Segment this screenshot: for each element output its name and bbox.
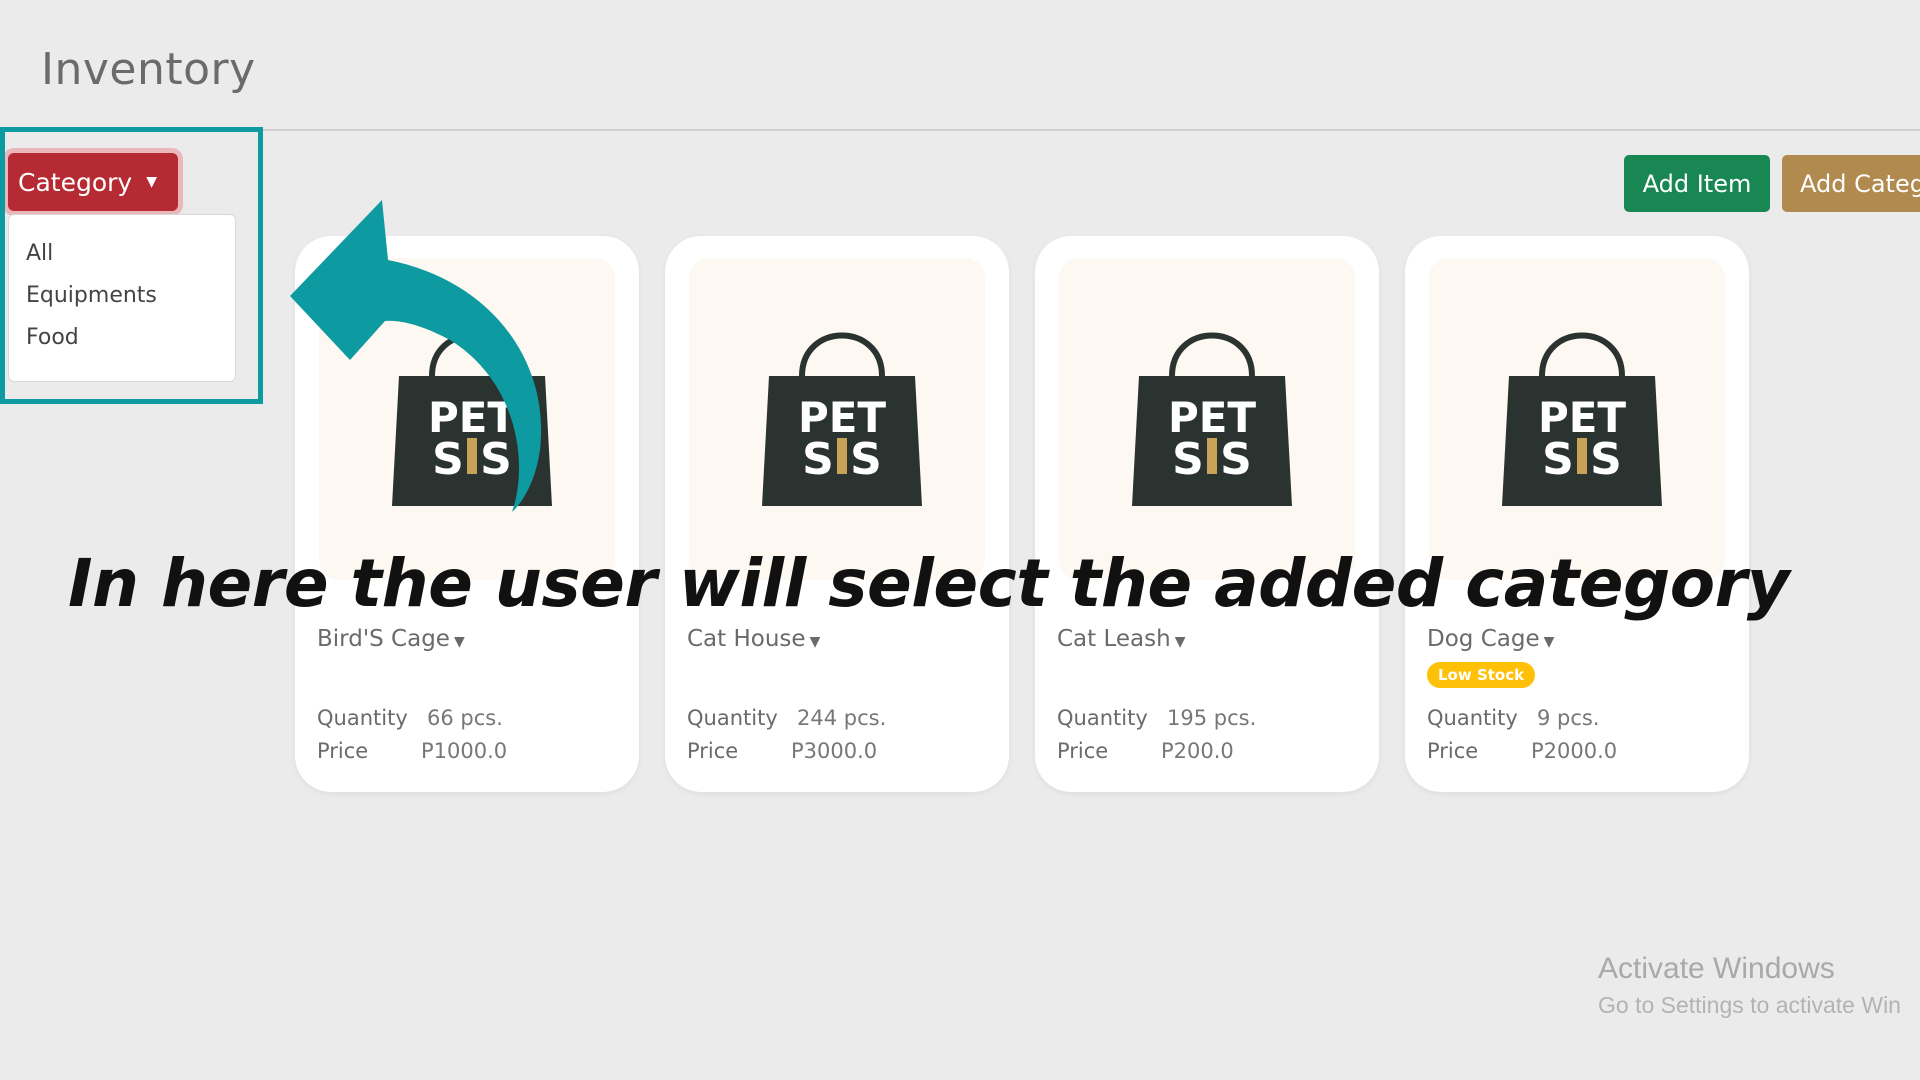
product-image: PET SIS [1059,258,1355,580]
caret-down-icon: ▼ [1543,634,1555,650]
annotation-highlight-box [0,127,263,404]
header-divider [0,129,1920,131]
quantity-row: Quantity 66 pcs. [317,706,503,730]
product-image: PET SIS [689,258,985,580]
add-category-button[interactable]: Add Categ [1782,155,1920,212]
caret-down-icon: ▼ [1174,634,1186,650]
quantity-row: Quantity 9 pcs. [1427,706,1600,730]
quantity-row: Quantity 244 pcs. [687,706,887,730]
price-row: Price P2000.0 [1427,739,1618,763]
petsis-bag-logo-icon: PET SIS [762,332,922,506]
product-card[interactable]: PET SIS Cat Leash▼ Quantity195 pcs. Pric… [1035,236,1379,792]
product-name[interactable]: Dog Cage ▼ [1427,626,1554,652]
product-name[interactable]: Cat House ▼ [687,626,820,652]
product-image: PET SIS [1429,258,1725,580]
product-card[interactable]: PET SIS Dog Cage▼ Low Stock Quantity9 pc… [1405,236,1749,792]
petsis-bag-logo-icon: PET SIS [1132,332,1292,506]
quantity-row: Quantity 195 pcs. [1057,706,1257,730]
low-stock-badge: Low Stock [1427,662,1536,688]
windows-activation-subtitle: Go to Settings to activate Win [1598,992,1901,1018]
price-row: Price P1000.0 [317,739,508,763]
price-row: Price P3000.0 [687,739,878,763]
caret-down-icon: ▼ [453,634,465,650]
annotation-caption: In here the user will select the added c… [68,545,1790,622]
annotation-curved-arrow-icon [290,200,542,512]
product-name[interactable]: Bird'S Cage ▼ [317,626,465,652]
windows-activation-title: Activate Windows [1598,952,1835,985]
add-item-button[interactable]: Add Item [1624,155,1770,212]
petsis-bag-logo-icon: PET SIS [1502,332,1662,506]
page-title: Inventory [41,44,256,95]
price-row: Price P200.0 [1057,739,1234,763]
caret-down-icon: ▼ [809,634,821,650]
product-name[interactable]: Cat Leash ▼ [1057,626,1185,652]
product-card[interactable]: PET SIS Cat House▼ Quantity244 pcs. Pric… [665,236,1009,792]
